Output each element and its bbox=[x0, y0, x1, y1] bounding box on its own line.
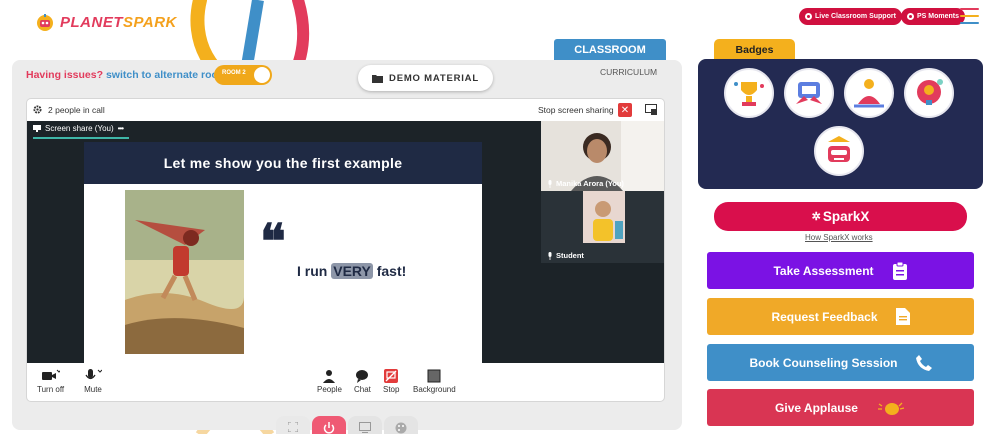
hands-badge-icon[interactable] bbox=[784, 68, 834, 118]
camera-icon bbox=[41, 369, 60, 380]
screen-share-tab[interactable]: Screen share (You) ••• bbox=[33, 124, 124, 133]
meditation-badge-icon[interactable] bbox=[844, 68, 894, 118]
pip-icon[interactable] bbox=[645, 104, 657, 115]
idea-badge-icon[interactable] bbox=[904, 68, 954, 118]
stop-sharing-close-icon[interactable]: ✕ bbox=[618, 103, 632, 117]
stop-sharing-label: Stop screen sharing bbox=[538, 105, 614, 115]
logo-text: PLANETSPARK bbox=[60, 13, 177, 31]
issues-question: Having issues? bbox=[26, 69, 104, 81]
room-toggle[interactable]: ROOM 2 bbox=[214, 65, 272, 85]
mic-icon bbox=[548, 251, 552, 260]
planetspark-logo[interactable]: PLANETSPARK bbox=[34, 12, 177, 32]
tab-more-icon[interactable]: ••• bbox=[118, 124, 124, 133]
phone-icon bbox=[915, 354, 932, 371]
microphone-icon bbox=[85, 369, 102, 380]
tab-underline bbox=[33, 137, 129, 139]
power-icon bbox=[323, 422, 335, 434]
moments-dot-icon bbox=[907, 13, 914, 20]
monitor-icon bbox=[359, 422, 371, 433]
call-header: 2 people in call Stop screen sharing ✕ bbox=[27, 99, 664, 121]
how-sparkx-works-link[interactable]: How SparkX works bbox=[805, 233, 873, 242]
highlighted-word: VERY bbox=[331, 263, 373, 279]
clap-icon bbox=[877, 402, 905, 415]
take-assessment-button[interactable]: Take Assessment bbox=[707, 252, 974, 289]
fullscreen-icon bbox=[288, 422, 298, 432]
video-call-window: 2 people in call Stop screen sharing ✕ S… bbox=[26, 98, 665, 402]
book-counseling-button[interactable]: Book Counseling Session bbox=[707, 344, 974, 381]
badges-panel bbox=[698, 59, 983, 189]
badges-tab[interactable]: Badges bbox=[714, 39, 795, 61]
background-button[interactable]: Background bbox=[413, 369, 456, 394]
slide-title: Let me show you the first example bbox=[84, 142, 482, 184]
hamburger-icon[interactable] bbox=[960, 8, 979, 24]
people-icon bbox=[323, 370, 336, 383]
example-sentence: I run VERY fast! bbox=[297, 263, 407, 279]
fullscreen-button[interactable] bbox=[276, 416, 310, 434]
ps-moments-button[interactable]: PS Moments bbox=[901, 8, 966, 25]
mute-button[interactable]: Mute bbox=[84, 369, 102, 394]
live-classroom-support-button[interactable]: Live Classroom Support bbox=[799, 8, 902, 25]
folder-icon bbox=[372, 74, 384, 83]
participant-tile-student[interactable]: Student bbox=[541, 191, 664, 263]
camera-toggle-button[interactable]: Turn off bbox=[37, 369, 64, 394]
chat-icon bbox=[356, 370, 369, 383]
request-feedback-button[interactable]: Request Feedback bbox=[707, 298, 974, 335]
background-icon bbox=[427, 369, 441, 383]
gear-icon[interactable] bbox=[33, 105, 42, 114]
give-applause-button[interactable]: Give Applause bbox=[707, 389, 974, 426]
spark-icon: ✲ bbox=[811, 211, 821, 223]
stop-share-icon bbox=[384, 369, 399, 383]
chat-button[interactable]: Chat bbox=[354, 369, 371, 394]
people-count: 2 people in call bbox=[48, 105, 105, 115]
palette-button[interactable] bbox=[384, 416, 418, 434]
screen-button[interactable] bbox=[348, 416, 382, 434]
running-girl-illustration bbox=[125, 190, 244, 354]
stop-share-button[interactable]: Stop bbox=[383, 369, 399, 394]
participant-tile-teacher[interactable]: Manika Arora (You) bbox=[541, 121, 664, 191]
palette-icon bbox=[395, 422, 407, 434]
sparkx-button[interactable]: ✲ SparkX bbox=[714, 202, 967, 231]
tile-name: Student bbox=[547, 251, 584, 260]
tab-curriculum[interactable]: CURRICULUM bbox=[600, 67, 657, 77]
demo-material-button[interactable]: DEMO MATERIAL bbox=[358, 65, 493, 91]
app-root: PLANETSPARK Live Classroom Support PS Mo… bbox=[0, 0, 1000, 434]
room-label: ROOM 2 bbox=[222, 70, 246, 76]
tile-name: Manika Arora (You) bbox=[547, 179, 624, 188]
toggle-knob bbox=[254, 67, 270, 83]
clipboard-icon bbox=[892, 261, 907, 280]
document-icon bbox=[895, 308, 910, 325]
connection-issues: Having issues? switch to alternate room bbox=[26, 69, 227, 81]
logo-robot-icon bbox=[37, 14, 53, 31]
screen-icon bbox=[33, 125, 41, 132]
tab-classroom[interactable]: CLASSROOM bbox=[554, 39, 666, 60]
call-toolbar: Turn off Mute People Chat Stop Backgroun… bbox=[27, 363, 664, 401]
end-class-button[interactable] bbox=[312, 416, 346, 434]
switch-room-link[interactable]: switch to alternate room bbox=[106, 69, 227, 81]
robot-badge-icon[interactable] bbox=[814, 126, 864, 176]
mic-icon bbox=[548, 179, 552, 188]
trophy-badge-icon[interactable] bbox=[724, 68, 774, 118]
call-stage: Screen share (You) ••• Let me show you t… bbox=[27, 121, 664, 363]
quote-mark-icon: ❝ bbox=[260, 214, 286, 270]
live-dot-icon bbox=[805, 13, 812, 20]
people-button[interactable]: People bbox=[317, 369, 342, 394]
slide-content: ❝ I run VERY fast! bbox=[84, 184, 482, 363]
